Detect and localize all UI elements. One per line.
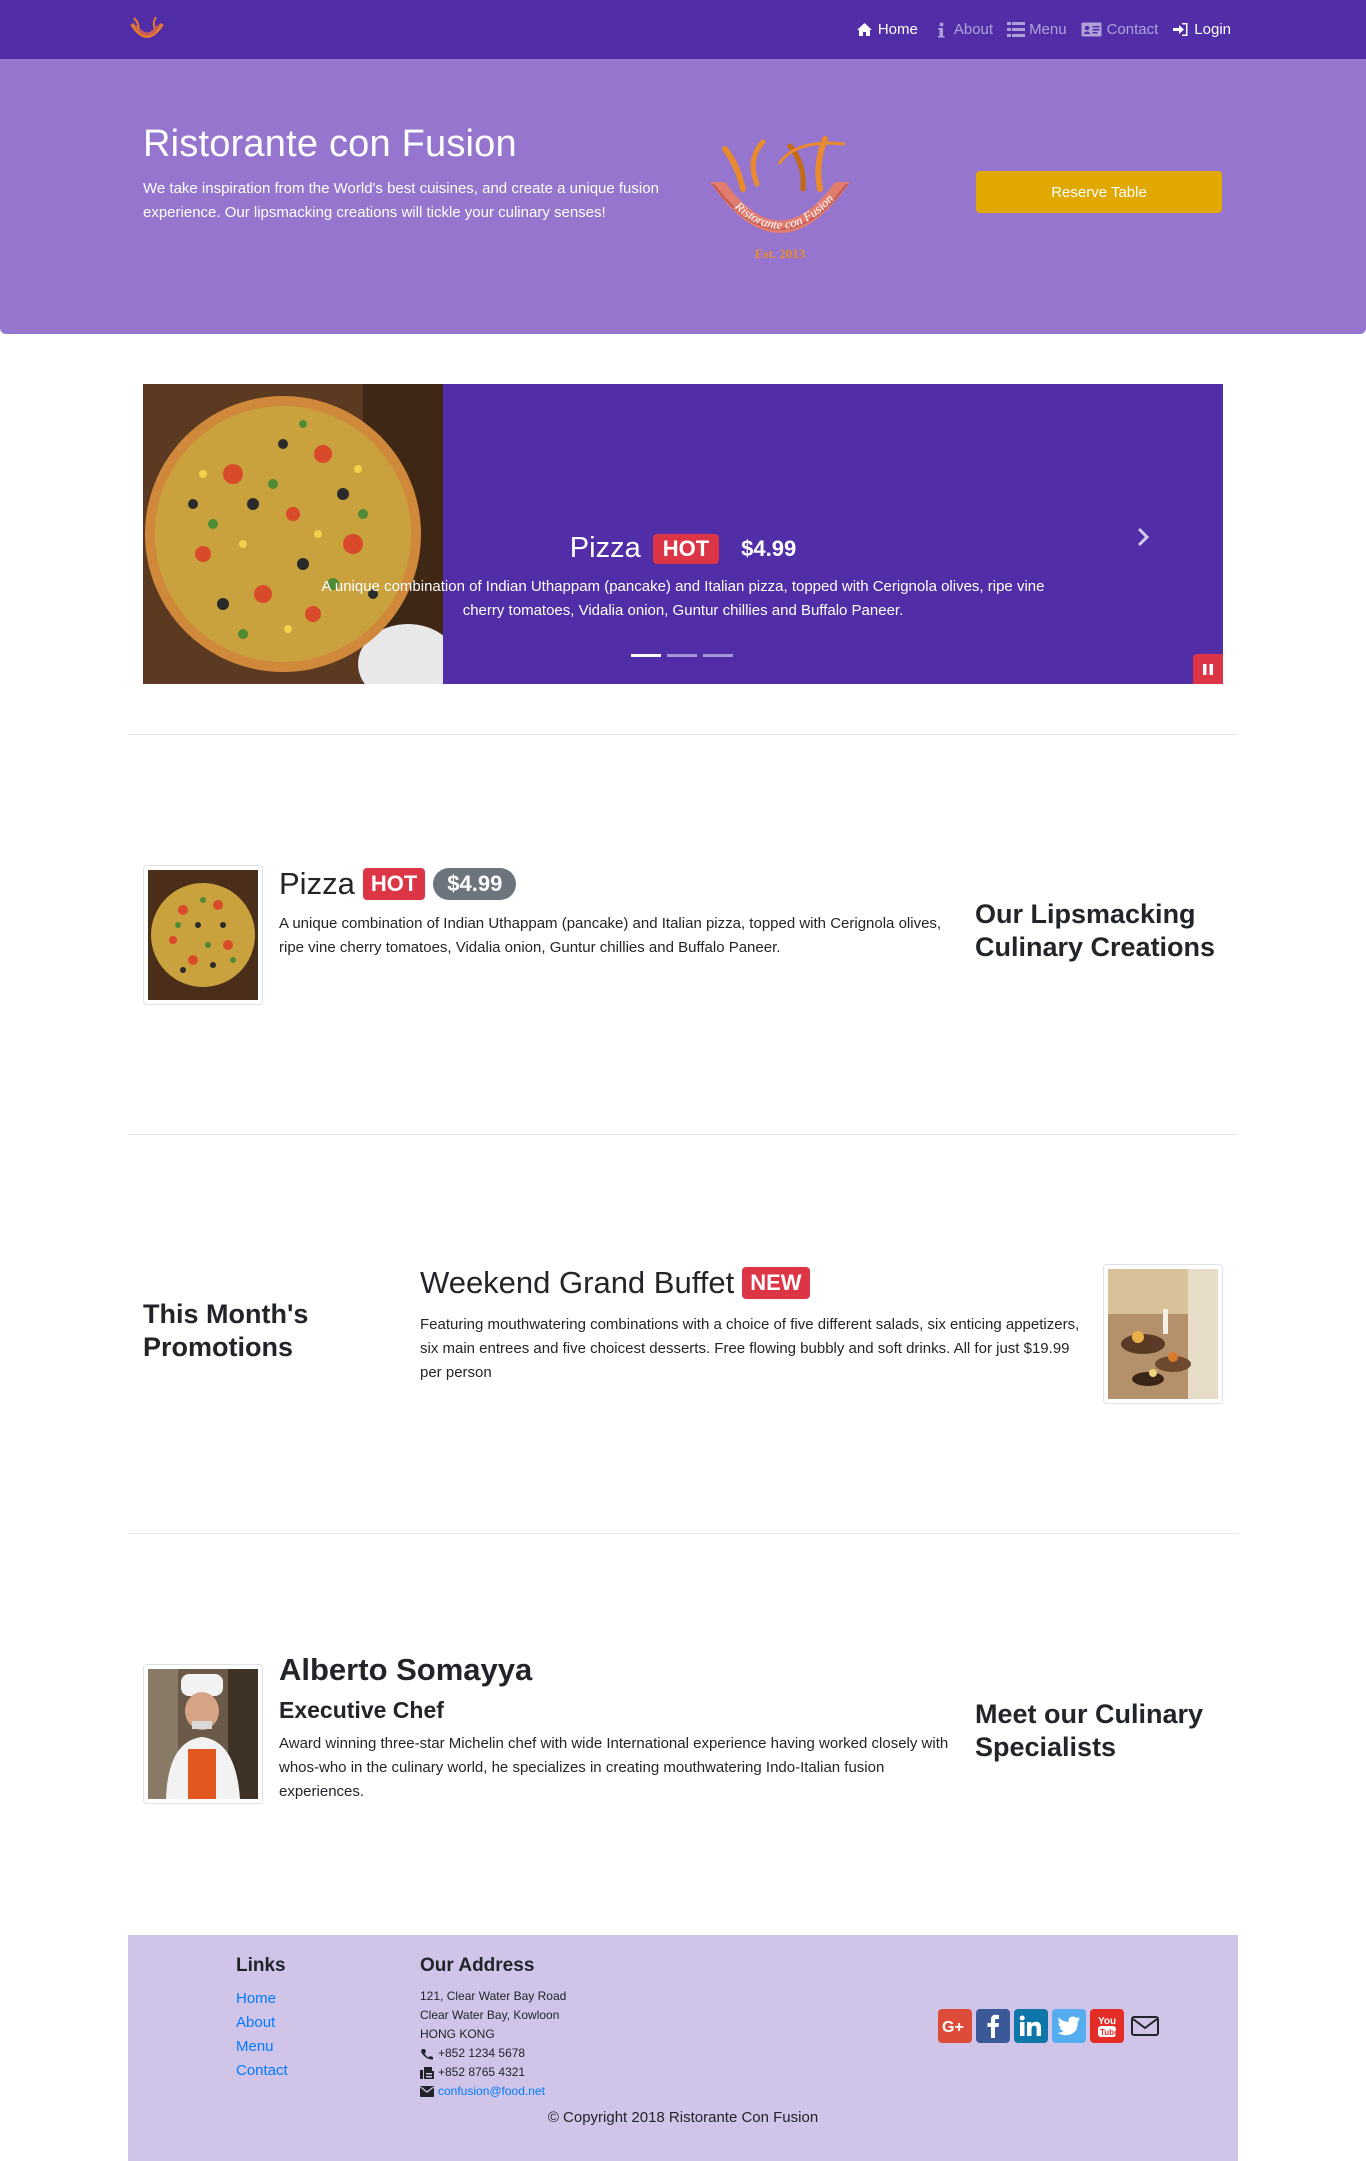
svg-text:Ristorante con Fusion: Ristorante con Fusion	[731, 191, 836, 232]
carousel-indicator[interactable]	[631, 654, 661, 657]
promotion-title: Weekend Grand Buffet NEW	[420, 1265, 810, 1301]
nav-about-label: About	[953, 21, 994, 38]
address-line: 121, Clear Water Bay Road	[420, 1989, 567, 2003]
nav-contact-label: Contact	[1106, 21, 1159, 38]
buffet-image	[1108, 1269, 1218, 1399]
svg-text:Tube: Tube	[1100, 2028, 1118, 2037]
social-links: G+ You Tube	[938, 2009, 1162, 2043]
fax-icon	[420, 2066, 434, 2079]
footer-address: 121, Clear Water Bay Road Clear Water Ba…	[420, 1987, 566, 2101]
leader-designation: Executive Chef	[279, 1697, 444, 1723]
login-label: Login	[1194, 21, 1231, 38]
mail-icon[interactable]	[1128, 2009, 1162, 2043]
footer: Links Home About Menu Contact Our Addres…	[128, 1935, 1238, 2161]
new-badge: NEW	[742, 1267, 810, 1299]
pizza-thumbnail-image	[148, 870, 258, 1000]
promotion-thumbnail	[1103, 1264, 1223, 1404]
carousel-caption: Pizza HOT $4.99 A unique combination of …	[303, 532, 1063, 623]
price-badge: $4.99	[433, 868, 517, 900]
carousel-next-button[interactable]	[1128, 522, 1158, 552]
restaurant-logo: Ristorante con Fusion Est. 2013	[710, 136, 850, 261]
promotion-name: Weekend Grand Buffet	[420, 1265, 735, 1300]
logo-year: Est. 2013	[755, 246, 806, 261]
carousel-hot-badge: HOT	[652, 533, 720, 564]
dish-thumbnail	[143, 865, 263, 1005]
restaurant-tagline: We take inspiration from the World's bes…	[143, 180, 659, 221]
carousel-price: $4.99	[741, 535, 797, 561]
address-line: Clear Water Bay, Kowloon	[420, 2008, 560, 2022]
nav-home[interactable]: Home	[849, 21, 925, 38]
footer-link-home[interactable]: Home	[236, 1987, 288, 2011]
chef-image	[148, 1669, 258, 1799]
youtube-icon[interactable]: You Tube	[1090, 2009, 1124, 2043]
carousel-indicator[interactable]	[703, 654, 733, 657]
nav-contact[interactable]: Contact	[1074, 21, 1166, 38]
restaurant-title: Ristorante con Fusion	[143, 123, 517, 165]
info-icon	[932, 22, 950, 38]
address-line: HONG KONG	[420, 2027, 495, 2041]
promotions-heading: This Month's Promotions	[143, 1299, 309, 1362]
google-plus-icon[interactable]: G+	[938, 2009, 972, 2043]
divider	[128, 1533, 1238, 1534]
twitter-icon[interactable]	[1052, 2009, 1086, 2043]
leader-thumbnail	[143, 1664, 263, 1804]
nav-home-label: Home	[877, 21, 918, 38]
carousel: Pizza HOT $4.99 A unique combination of …	[143, 384, 1223, 684]
svg-text:You: You	[1098, 2016, 1116, 2027]
nav-menu-label: Menu	[1029, 21, 1067, 38]
chevron-right-icon	[1137, 527, 1150, 547]
hot-badge: HOT	[362, 868, 426, 900]
restaurant-logo-icon[interactable]	[128, 14, 166, 46]
pause-icon	[1203, 663, 1213, 675]
fax-number: +852 8765 4321	[438, 2065, 526, 2079]
leaders-heading: Meet our Culinary Specialists	[975, 1699, 1204, 1762]
envelope-icon	[420, 2086, 434, 2097]
dishes-heading: Our Lipsmacking Culinary Creations	[975, 899, 1216, 962]
phone-number: +852 1234 5678	[438, 2046, 526, 2060]
jumbotron: Ristorante con Fusion We take inspiratio…	[0, 59, 1366, 334]
footer-links: Home About Menu Contact	[236, 1987, 288, 2083]
nav-menu[interactable]: Menu	[1000, 21, 1074, 38]
footer-address-heading: Our Address	[420, 1955, 535, 1976]
address-card-icon	[1081, 22, 1103, 38]
email-link[interactable]: confusion@food.net	[438, 2082, 545, 2101]
carousel-dish-name: Pizza	[569, 532, 641, 564]
sign-in-icon	[1172, 22, 1190, 38]
footer-link-about[interactable]: About	[236, 2011, 288, 2035]
divider	[128, 734, 1238, 735]
navbar: Home About Menu Contact Login	[0, 0, 1366, 59]
dish-description: A unique combination of Indian Uthappam …	[279, 915, 942, 956]
dish-name: Pizza	[279, 866, 355, 901]
carousel-pause-button[interactable]	[1193, 654, 1223, 684]
carousel-indicator[interactable]	[667, 654, 697, 657]
reserve-table-button[interactable]: Reserve Table	[976, 171, 1222, 213]
footer-links-heading: Links	[236, 1955, 286, 1976]
carousel-indicators	[631, 654, 733, 657]
login-button[interactable]: Login	[1165, 21, 1238, 38]
footer-link-contact[interactable]: Contact	[236, 2059, 288, 2083]
linkedin-icon[interactable]	[1014, 2009, 1048, 2043]
leader-name: Alberto Somayya	[279, 1652, 533, 1687]
carousel-description: A unique combination of Indian Uthappam …	[321, 578, 1045, 619]
footer-link-menu[interactable]: Menu	[236, 2035, 288, 2059]
copyright: © Copyright 2018 Ristorante Con Fusion	[547, 2109, 819, 2126]
logo-text: Ristorante con Fusion	[731, 191, 836, 232]
phone-icon	[421, 2048, 433, 2060]
list-icon	[1007, 22, 1026, 38]
svg-text:G+: G+	[942, 2019, 964, 2036]
divider	[128, 1134, 1238, 1135]
promotion-description: Featuring mouthwatering combinations wit…	[420, 1316, 1080, 1381]
facebook-icon[interactable]	[976, 2009, 1010, 2043]
nav-about[interactable]: About	[925, 21, 1000, 38]
leader-description: Award winning three-star Michelin chef w…	[279, 1735, 949, 1800]
dish-title: Pizza HOT $4.99	[279, 866, 517, 902]
home-icon	[856, 22, 874, 38]
